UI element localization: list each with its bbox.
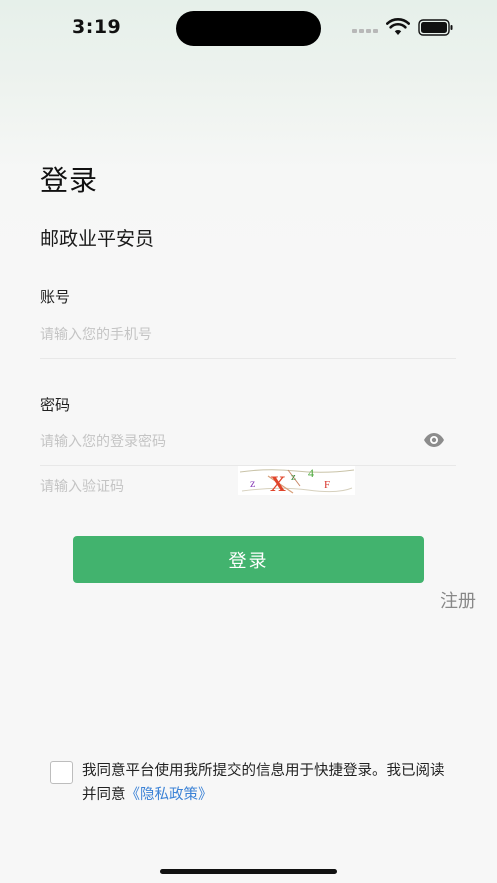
agreement-checkbox[interactable] bbox=[50, 761, 73, 784]
app-subtitle: 邮政业平安员 bbox=[40, 228, 155, 250]
dynamic-island bbox=[176, 11, 321, 46]
status-bar: 3:19 bbox=[0, 0, 497, 56]
battery-icon bbox=[418, 19, 453, 36]
eye-icon[interactable] bbox=[423, 432, 445, 448]
wifi-icon bbox=[386, 18, 410, 35]
privacy-policy-link[interactable]: 《隐私政策》 bbox=[126, 787, 213, 803]
captcha-char: z bbox=[291, 471, 296, 483]
account-label: 账号 bbox=[40, 288, 71, 306]
captcha-graphic: z X z 4 F bbox=[239, 466, 355, 496]
login-button[interactable]: 登录 bbox=[73, 536, 424, 583]
cellular-signal-icon bbox=[352, 29, 380, 35]
login-screen: 3:19 登录 邮政业平安员 账号 密码 bbox=[0, 0, 497, 883]
captcha-input[interactable] bbox=[40, 465, 230, 509]
captcha-char: F bbox=[324, 479, 330, 491]
page-title: 登录 bbox=[40, 164, 99, 197]
status-time: 3:19 bbox=[72, 16, 122, 38]
captcha-char: z bbox=[250, 476, 255, 490]
home-indicator bbox=[160, 869, 337, 874]
agreement-text-block: 我同意平台使用我所提交的信息用于快捷登录。我已阅读并同意《隐私政策》 bbox=[82, 759, 452, 807]
account-input[interactable] bbox=[40, 313, 456, 357]
password-label: 密码 bbox=[40, 396, 71, 414]
captcha-char: 4 bbox=[308, 466, 314, 480]
captcha-image[interactable]: z X z 4 F bbox=[238, 466, 355, 496]
password-input[interactable] bbox=[40, 420, 456, 464]
account-divider bbox=[40, 358, 456, 359]
captcha-char: X bbox=[270, 471, 286, 495]
register-link[interactable]: 注册 bbox=[440, 587, 476, 613]
